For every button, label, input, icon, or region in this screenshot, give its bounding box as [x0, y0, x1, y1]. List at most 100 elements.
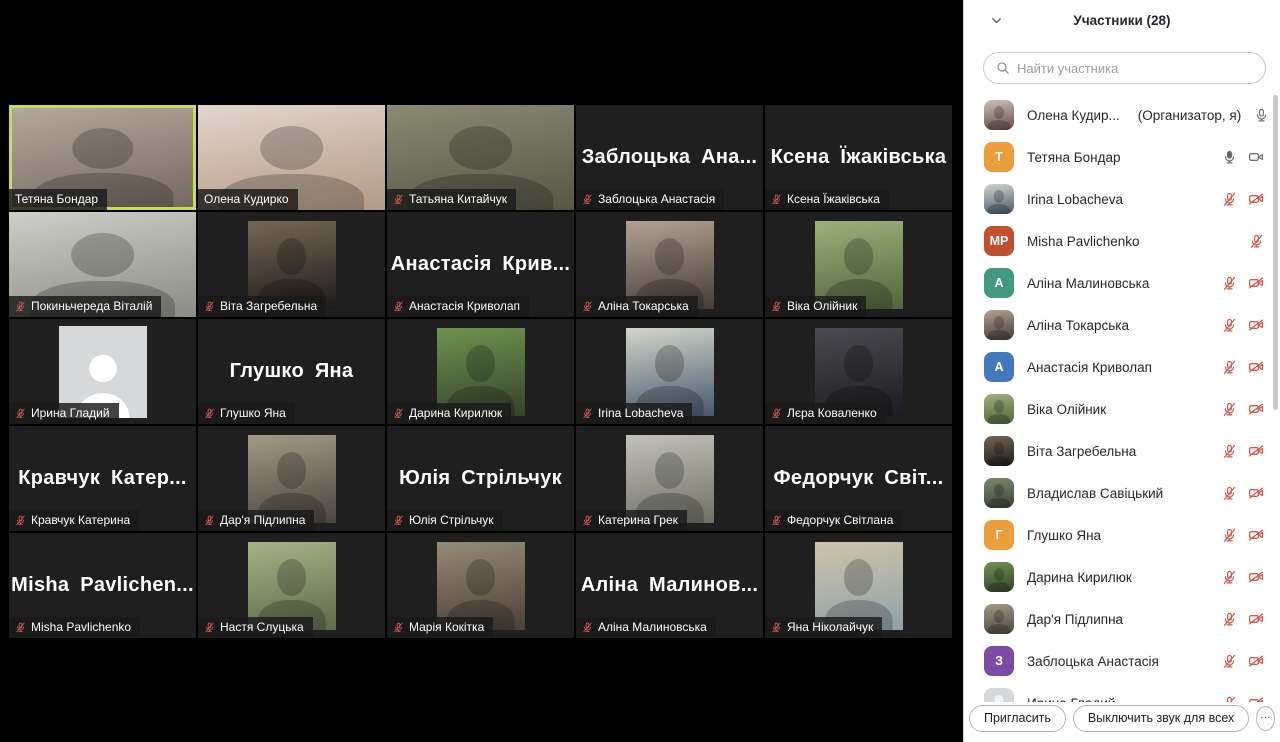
- participant-row[interactable]: Владислав Савіцький: [984, 472, 1264, 514]
- participant-row[interactable]: Irina Lobacheva: [984, 178, 1264, 220]
- video-tile[interactable]: Олена Кудирко: [198, 105, 385, 210]
- video-tile[interactable]: Анастасія Крив... Анастасія Криволап: [387, 212, 574, 317]
- participant-name: Віка Олійник: [1027, 402, 1106, 417]
- participant-name: Дарина Кирилюк: [1027, 570, 1132, 585]
- participant-name: Дар'я Підлипна: [1027, 612, 1123, 627]
- video-tile[interactable]: Катерина Грек: [576, 426, 763, 531]
- search-box[interactable]: [983, 52, 1266, 84]
- mic-muted-icon: [771, 301, 782, 312]
- participant-name: Віта Загребельна: [1027, 444, 1136, 459]
- person-figure: [984, 562, 1014, 592]
- video-tile[interactable]: Віка Олійник: [765, 212, 952, 317]
- video-tile[interactable]: Irina Lobacheva: [576, 319, 763, 424]
- tile-name-text: Misha Pavlichenko: [31, 620, 131, 634]
- participant-row[interactable]: А Аліна Малиновська: [984, 262, 1264, 304]
- person-figure: [984, 436, 1014, 466]
- participant-row[interactable]: Аліна Токарська: [984, 304, 1264, 346]
- mic-muted-icon: [204, 622, 215, 633]
- participant-avatar: [984, 436, 1014, 466]
- participant-avatar: [984, 310, 1014, 340]
- video-tile[interactable]: Марія Кокітка: [387, 533, 574, 638]
- participant-role: (Организатор, я): [1138, 108, 1241, 123]
- participant-avatar: [984, 394, 1014, 424]
- video-tile[interactable]: Аліна Токарська: [576, 212, 763, 317]
- tile-name-text: Покиньчереда Віталій: [31, 299, 152, 313]
- camera-off-icon: [1248, 401, 1264, 417]
- camera-off-icon: [1248, 275, 1264, 291]
- video-tile[interactable]: Ксена Їжаківська Ксена Їжаківська: [765, 105, 952, 210]
- video-tile[interactable]: Настя Слуцька: [198, 533, 385, 638]
- tile-name-text: Настя Слуцька: [220, 620, 304, 634]
- participant-row[interactable]: MP Misha Pavlichenko: [984, 220, 1264, 262]
- video-tile[interactable]: Дар'я Підлипна: [198, 426, 385, 531]
- participant-row[interactable]: З Заблоцька Анастасія: [984, 640, 1264, 682]
- person-silhouette-icon: [987, 690, 1011, 702]
- search-input[interactable]: [1017, 61, 1253, 76]
- mic-icon: [1222, 150, 1237, 165]
- tile-name-label: Дарина Кирилюк: [387, 403, 511, 424]
- participant-row[interactable]: Ирина Гладий: [984, 682, 1264, 702]
- tile-name-label: Федорчук Світлана: [765, 510, 902, 531]
- video-tile[interactable]: Ирина Гладий: [9, 319, 196, 424]
- tile-name-label: Ирина Гладий: [9, 403, 119, 424]
- person-figure: [984, 310, 1014, 340]
- video-tile[interactable]: Лєра Коваленко: [765, 319, 952, 424]
- person-figure: [984, 100, 1014, 130]
- video-tile[interactable]: Misha Pavlichen... Misha Pavlichenko: [9, 533, 196, 638]
- video-tile[interactable]: Глушко Яна Глушко Яна: [198, 319, 385, 424]
- participant-status-icons: [1222, 359, 1264, 375]
- chevron-down-icon[interactable]: [986, 10, 1006, 30]
- video-tile[interactable]: Заблоцька Ана... Заблоцька Анастасія: [576, 105, 763, 210]
- mic-muted-icon: [1222, 654, 1237, 669]
- participant-name: Глушко Яна: [1027, 528, 1101, 543]
- tile-name-label: Заблоцька Анастасія: [576, 189, 724, 210]
- participant-row[interactable]: Т Тетяна Бондар: [984, 136, 1264, 178]
- tile-name-label: Лєра Коваленко: [765, 403, 886, 424]
- camera-off-icon: [1248, 191, 1264, 207]
- video-tile[interactable]: Татьяна Китайчук: [387, 105, 574, 210]
- invite-button[interactable]: Пригласить: [969, 705, 1066, 732]
- tile-name-text: Татьяна Китайчук: [409, 192, 507, 206]
- participant-row[interactable]: Дарина Кирилюк: [984, 556, 1264, 598]
- video-tile[interactable]: Федорчук Світ... Федорчук Світлана: [765, 426, 952, 531]
- mic-muted-icon: [393, 194, 404, 205]
- video-tile[interactable]: Віта Загребельна: [198, 212, 385, 317]
- tile-name-label: Покиньчереда Віталій: [9, 296, 161, 317]
- participant-name: Misha Pavlichenko: [1027, 234, 1140, 249]
- video-grid: Тетяна Бондар Олена Кудирко Татьяна Кита…: [9, 105, 952, 638]
- mic-muted-icon: [204, 301, 215, 312]
- person-figure: [984, 478, 1014, 508]
- camera-off-icon: [1248, 485, 1264, 501]
- mic-muted-icon: [15, 622, 26, 633]
- participant-avatar: А: [984, 268, 1014, 298]
- participant-row[interactable]: Віта Загребельна: [984, 430, 1264, 472]
- participant-row[interactable]: Дар'я Підлипна: [984, 598, 1264, 640]
- camera-off-icon: [1248, 695, 1264, 702]
- participant-row[interactable]: Г Глушко Яна: [984, 514, 1264, 556]
- panel-scrollbar[interactable]: [1273, 95, 1278, 410]
- video-tile[interactable]: Кравчук Катер... Кравчук Катерина: [9, 426, 196, 531]
- tile-name-text: Глушко Яна: [220, 406, 286, 420]
- tile-name-text: Irina Lobacheva: [598, 406, 683, 420]
- camera-off-icon: [1248, 359, 1264, 375]
- video-tile[interactable]: Тетяна Бондар: [9, 105, 196, 210]
- video-tile[interactable]: Аліна Малинов... Аліна Малиновська: [576, 533, 763, 638]
- video-tile[interactable]: Дарина Кирилюк: [387, 319, 574, 424]
- video-tile[interactable]: Покиньчереда Віталій: [9, 212, 196, 317]
- mic-muted-icon: [15, 301, 26, 312]
- camera-off-icon: [1248, 527, 1264, 543]
- participants-panel: Участники (28) Олена Кудир... (Организат…: [963, 0, 1280, 742]
- more-options-button[interactable]: ...: [1256, 706, 1275, 731]
- mute-all-button[interactable]: Выключить звук для всех: [1073, 705, 1249, 732]
- participant-status-icons: [1222, 695, 1264, 702]
- video-tile[interactable]: Яна Ніколайчук: [765, 533, 952, 638]
- video-tile[interactable]: Юлія Стрільчук Юлія Стрільчук: [387, 426, 574, 531]
- camera-off-icon: [1248, 317, 1264, 333]
- mic-muted-icon: [582, 408, 593, 419]
- tile-name-text: Ксена Їжаківська: [787, 192, 880, 206]
- participant-row[interactable]: Олена Кудир... (Организатор, я): [984, 94, 1264, 136]
- participant-row[interactable]: Віка Олійник: [984, 388, 1264, 430]
- camera-off-icon: [1248, 611, 1264, 627]
- tile-name-text: Дарина Кирилюк: [409, 406, 502, 420]
- participant-row[interactable]: А Анастасія Криволап: [984, 346, 1264, 388]
